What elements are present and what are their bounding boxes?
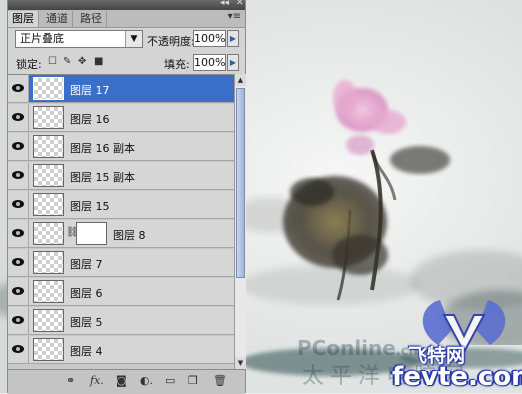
panel-menu-icon[interactable]: ▾≡ (228, 11, 241, 22)
layer-name: 图层 15 副本 (70, 171, 135, 184)
eye-icon (12, 345, 24, 353)
fill-slider-arrow-icon[interactable]: ▶ (227, 54, 239, 71)
layer-name: 图层 5 (70, 316, 103, 329)
layer-name: 图层 4 (70, 345, 103, 358)
layer-thumbnail (33, 193, 64, 216)
layer-name: 图层 16 (70, 113, 110, 126)
eye-icon (12, 84, 24, 92)
layer-name: 图层 16 副本 (70, 142, 135, 155)
layers-scrollbar[interactable]: ▲ ▼ (234, 74, 246, 369)
opacity-slider-arrow-icon[interactable]: ▶ (227, 30, 239, 47)
eye-icon (12, 171, 24, 179)
layer-row[interactable]: 图层 7 (8, 249, 234, 277)
visibility-toggle[interactable] (8, 104, 29, 131)
tab-paths[interactable]: 路径 (76, 11, 107, 27)
layer-row[interactable]: 图层 16 副本 (8, 133, 234, 161)
visibility-toggle[interactable] (8, 336, 29, 363)
opacity-label: 不透明度: (147, 35, 195, 48)
layer-thumbnail (33, 77, 64, 100)
blend-row: 正片叠底 ▼ 不透明度: 100% ▶ (8, 28, 245, 50)
blend-mode-value: 正片叠底 (20, 32, 64, 45)
link-layers-icon[interactable]: ⚭ (66, 374, 75, 387)
eye-icon (12, 200, 24, 208)
layer-mask-thumbnail[interactable] (76, 222, 107, 245)
layer-row[interactable]: 图层 15 (8, 191, 234, 219)
add-mask-icon[interactable]: ◙ (116, 374, 127, 387)
layer-row[interactable]: 图层 6 (8, 278, 234, 306)
fill-input[interactable]: 100% (193, 54, 226, 71)
close-icon[interactable]: ✕ (236, 0, 244, 8)
layer-thumbnail (33, 106, 64, 129)
visibility-toggle[interactable] (8, 191, 29, 218)
layer-row[interactable]: 图层 15 副本 (8, 162, 234, 190)
layer-row[interactable]: 图层 5 (8, 307, 234, 335)
layer-thumbnail (33, 280, 64, 303)
layer-name: 图层 7 (70, 258, 103, 271)
layer-thumbnail (33, 222, 64, 245)
scrollbar-thumb[interactable] (236, 88, 245, 278)
visibility-toggle[interactable] (8, 162, 29, 189)
layers-panel: ◂◂ ✕ 图层 通道 路径 ▾≡ 正片叠底 ▼ 不透明度: 100% ▶ 锁定:… (7, 0, 246, 394)
visibility-toggle[interactable] (8, 220, 29, 247)
layer-thumbnail (33, 338, 64, 361)
eye-icon (12, 316, 24, 324)
scroll-up-icon[interactable]: ▲ (235, 74, 246, 86)
layer-thumbnail (33, 135, 64, 158)
blend-mode-select[interactable]: 正片叠底 ▼ (15, 30, 143, 48)
lock-all-icon[interactable]: ■ (94, 56, 103, 67)
new-group-icon[interactable]: ▭ (165, 374, 175, 387)
tab-channels[interactable]: 通道 (42, 11, 73, 27)
panel-titlebar[interactable]: ◂◂ ✕ (8, 0, 245, 10)
fevte-watermark: fevte.com (392, 362, 522, 392)
fx-icon[interactable]: fx. (90, 374, 104, 387)
layer-name: 图层 15 (70, 200, 110, 213)
layer-row[interactable]: ⛓ 图层 8 (8, 220, 234, 248)
scroll-down-icon[interactable]: ▼ (235, 357, 246, 369)
visibility-toggle[interactable] (8, 307, 29, 334)
layer-thumbnail (33, 164, 64, 187)
new-layer-icon[interactable]: ❐ (188, 374, 198, 387)
layer-row[interactable]: 图层 4 (8, 336, 234, 364)
layer-name: 图层 8 (113, 229, 146, 242)
panel-footer: ⚭ fx. ◙ ◐. ▭ ❐ 🗑 (8, 369, 245, 394)
layer-thumbnail (33, 309, 64, 332)
eye-icon (12, 287, 24, 295)
layer-thumbnail (33, 251, 64, 274)
opacity-input[interactable]: 100% (193, 30, 226, 47)
eye-icon (12, 113, 24, 121)
eye-icon (12, 229, 24, 237)
layer-row[interactable]: 图层 17 (8, 75, 234, 103)
adjustment-layer-icon[interactable]: ◐. (140, 374, 153, 387)
eye-icon (12, 142, 24, 150)
fill-label: 填充: (164, 58, 190, 71)
visibility-toggle[interactable] (8, 75, 29, 102)
panel-tabs: 图层 通道 路径 ▾≡ (8, 10, 245, 28)
chevron-down-icon[interactable]: ▼ (125, 31, 142, 47)
layers-list: 图层 17 图层 16 图层 16 副本 图层 15 副本 图层 15 ⛓ 图层… (8, 74, 234, 370)
layer-name: 图层 6 (70, 287, 103, 300)
lock-transparent-icon[interactable]: ☐ (48, 56, 57, 67)
layer-name: 图层 17 (70, 84, 110, 97)
lock-row: 锁定: ☐ ✎ ✥ ■ 填充: 100% ▶ (8, 52, 245, 72)
visibility-toggle[interactable] (8, 278, 29, 305)
trash-icon[interactable]: 🗑 (213, 374, 227, 387)
collapse-icon[interactable]: ◂◂ (220, 0, 229, 8)
layer-row[interactable]: 图层 16 (8, 104, 234, 132)
lock-move-icon[interactable]: ✥ (78, 56, 86, 67)
tab-layers[interactable]: 图层 (8, 11, 39, 27)
visibility-toggle[interactable] (8, 249, 29, 276)
visibility-toggle[interactable] (8, 133, 29, 160)
eye-icon (12, 258, 24, 266)
pconline-watermark: PConline.cn (297, 336, 418, 360)
lock-paint-brush-icon[interactable]: ✎ (63, 56, 71, 67)
lock-label: 锁定: (16, 58, 42, 71)
